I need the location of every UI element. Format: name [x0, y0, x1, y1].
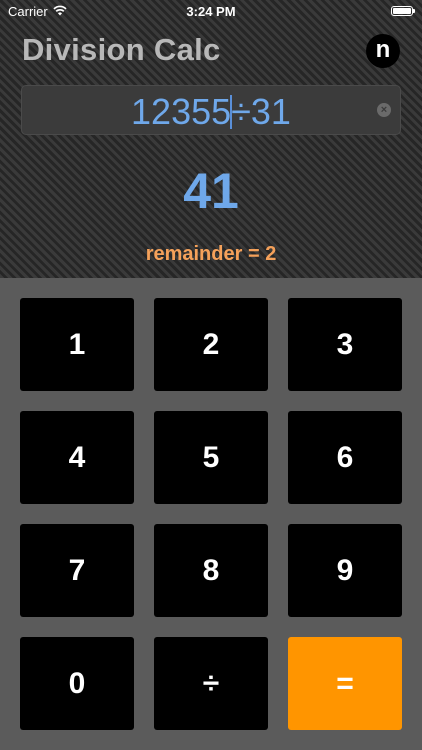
expression-before-cursor: 12355: [131, 91, 232, 132]
battery-icon: [391, 6, 415, 16]
expression-input[interactable]: 12355÷31 ×: [21, 85, 401, 135]
expression-after-cursor: ÷31: [231, 91, 291, 132]
key-6-button[interactable]: 6: [288, 411, 402, 504]
key-9-button[interactable]: 9: [288, 524, 402, 617]
key-0-button[interactable]: 0: [20, 637, 134, 730]
key-7-button[interactable]: 7: [20, 524, 134, 617]
divide-button[interactable]: ÷: [154, 637, 268, 730]
app-title: Division Calc: [22, 32, 221, 67]
quotient-result: 41: [183, 163, 239, 219]
clear-circle-icon[interactable]: ×: [377, 103, 391, 117]
status-time: 3:24 PM: [186, 4, 236, 19]
equals-button[interactable]: =: [288, 637, 402, 730]
key-2-button[interactable]: 2: [154, 298, 268, 391]
key-8-button[interactable]: 8: [154, 524, 268, 617]
key-1-button[interactable]: 1: [20, 298, 134, 391]
display-panel: Carrier 3:24 PM Division Calc n 12355÷31…: [0, 0, 422, 278]
key-5-button[interactable]: 5: [154, 411, 268, 504]
status-bar: Carrier 3:24 PM: [0, 0, 422, 24]
app-logo-icon[interactable]: n: [366, 34, 400, 68]
expression-text: 12355÷31: [22, 91, 400, 133]
keypad: 1 2 3 4 5 6 7 8 9 0 ÷ =: [0, 278, 422, 750]
remainder-result: remainder = 2: [145, 243, 277, 265]
key-4-button[interactable]: 4: [20, 411, 134, 504]
key-3-button[interactable]: 3: [288, 298, 402, 391]
